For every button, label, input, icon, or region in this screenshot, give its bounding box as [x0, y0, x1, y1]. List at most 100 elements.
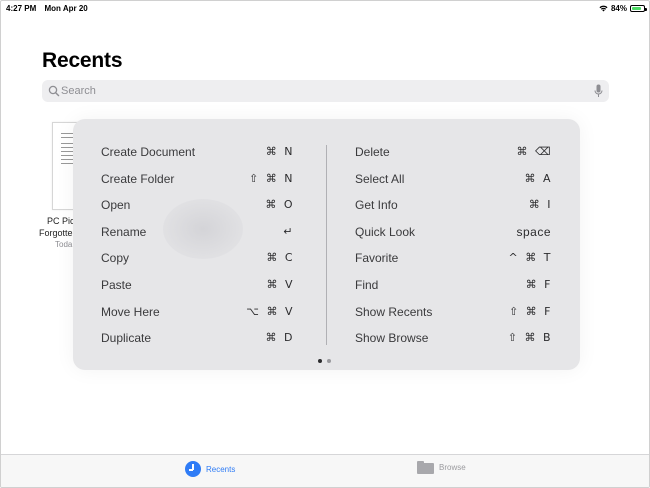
shortcut-key: O [283, 198, 293, 212]
shortcut-key: B [542, 331, 551, 345]
shortcut-keys: ⇧ ⌘ N [242, 172, 293, 185]
shortcut-key: ⌫ [534, 145, 551, 158]
tab-browse-label: Browse [439, 463, 466, 472]
battery-percent: 84% [610, 4, 627, 13]
shortcut-key: ⌘ [265, 331, 278, 345]
shortcut-label: Quick Look [355, 224, 416, 239]
shortcut-keys: ⌘ V [259, 278, 293, 291]
column-divider [326, 145, 327, 345]
shortcut-row-right: Find ⌘ F [355, 278, 551, 296]
shortcut-key: ⇧ [508, 304, 519, 318]
shortcut-label: Create Folder [101, 171, 175, 186]
shortcut-label: Duplicate [101, 331, 152, 346]
shortcut-row-left: Move Here ⌥ ⌘ V [101, 305, 293, 323]
shortcut-label: Favorite [355, 251, 399, 266]
shortcut-key: N [284, 145, 293, 158]
shortcut-key: V [284, 278, 293, 291]
shortcut-row-right: Favorite ^ ⌘ T [355, 251, 551, 269]
shortcut-keys: ⇧ ⌘ B [501, 331, 551, 344]
shortcut-label: Move Here [101, 304, 160, 319]
shortcut-row-right: Get Info ⌘ I [355, 198, 551, 216]
shortcut-key: ⌘ [524, 171, 536, 185]
shortcut-row-right: Delete ⌘ ⌫ [355, 145, 551, 163]
status-left: 4:27 PM Mon Apr 20 [6, 4, 94, 13]
shortcut-keys: ⌘ N [259, 145, 293, 158]
shortcut-key: ⌘ [265, 198, 277, 212]
tab-browse[interactable]: Browse [417, 461, 466, 474]
shortcut-key: I [547, 198, 551, 212]
shortcut-row-left: Create Document ⌘ N [101, 145, 293, 163]
shortcut-key: N [284, 171, 293, 185]
shortcut-key: ⌘ [528, 198, 541, 212]
keyboard-shortcuts-overlay: Create Document ⌘ N Create Folder ⇧ ⌘ N Open ⌘ O R… [73, 119, 580, 370]
shortcut-label: Delete [355, 145, 390, 159]
shortcut-key: ⌘ [525, 304, 538, 318]
shortcut-label: Create Document [101, 145, 196, 159]
search-icon [48, 85, 60, 97]
shortcut-label: Find [355, 278, 379, 292]
shortcut-key: ↵ [283, 224, 293, 238]
shortcut-key: T [543, 251, 551, 265]
shortcut-keys: ^ ⌘ T [502, 251, 551, 264]
shortcut-label: Get Info [355, 198, 398, 213]
shortcut-key: ⌘ [265, 145, 278, 158]
shortcut-key: D [284, 331, 293, 345]
shortcut-keys: ⌘ C [259, 251, 293, 264]
shortcut-keys: ⌘ O [258, 198, 293, 211]
page-dot[interactable] [327, 359, 331, 363]
shortcut-key: F [544, 304, 551, 318]
shortcut-label: Rename [101, 224, 147, 239]
search-bar[interactable] [42, 80, 609, 102]
shortcut-label: Show Browse [355, 331, 429, 346]
folder-icon [417, 461, 434, 474]
shortcut-key: ⌘ [266, 304, 278, 318]
shortcut-key: ⌘ [266, 278, 278, 291]
shortcut-row-left: Rename ↵ [101, 225, 293, 243]
shortcut-keys: ⌘ I [522, 198, 551, 211]
shortcut-key: ⌘ [266, 251, 278, 265]
shortcut-key: F [544, 278, 551, 291]
shortcut-key: ⇧ [249, 171, 259, 185]
shortcut-label: Open [101, 198, 131, 213]
shortcut-row-right: Quick Look space [355, 225, 551, 243]
app-window: 4:27 PM Mon Apr 20 84% Recents Search PC… [0, 0, 650, 488]
shortcut-keys: ⌘ A [517, 172, 551, 185]
shortcut-key: A [542, 171, 551, 185]
file-date: Toda [55, 240, 73, 249]
shortcut-keys: ⌘ ⌫ [509, 145, 551, 158]
microphone-icon[interactable] [594, 84, 603, 98]
battery-icon [630, 5, 647, 12]
shortcut-key: V [284, 304, 293, 318]
shortcut-key: ⌘ [524, 331, 536, 345]
shortcut-key: ⌘ [525, 251, 537, 265]
status-bar: 4:27 PM Mon Apr 20 84% [1, 1, 649, 15]
status-time: 4:27 PM [6, 4, 37, 13]
tab-recents[interactable]: Recents [185, 461, 235, 477]
page-dot[interactable] [318, 359, 322, 363]
page-title: Recents [42, 49, 123, 72]
shortcut-keys: ⌘ F [519, 278, 551, 291]
shortcut-row-left: Duplicate ⌘ D [101, 331, 293, 349]
shortcut-row-left: Open ⌘ O [101, 198, 293, 216]
search-input[interactable] [61, 80, 581, 102]
shortcut-key: ⇧ [507, 331, 518, 345]
shortcut-key: ⌘ [516, 145, 528, 158]
wifi-icon [599, 5, 608, 12]
shortcut-keys: space [509, 225, 551, 239]
page-indicator[interactable] [318, 359, 331, 363]
shortcut-keys: ↵ [276, 225, 293, 238]
shortcut-label: Paste [101, 278, 132, 292]
shortcut-key: C [284, 251, 293, 265]
shortcut-key: ⌘ [525, 278, 538, 291]
shortcut-key: ⌥ [246, 304, 260, 318]
shortcut-row-right: Show Browse ⇧ ⌘ B [355, 331, 551, 349]
shortcut-key: ^ [508, 251, 519, 265]
shortcut-row-left: Copy ⌘ C [101, 251, 293, 269]
battery-fill [632, 7, 642, 10]
tab-bar: Recents Browse [1, 454, 649, 487]
shortcut-keys: ⇧ ⌘ F [502, 305, 551, 318]
shortcut-key: ⌘ [265, 171, 278, 185]
shortcut-row-left: Paste ⌘ V [101, 278, 293, 296]
shortcut-row-right: Select All ⌘ A [355, 172, 551, 190]
shortcut-label: Show Recents [355, 304, 433, 319]
